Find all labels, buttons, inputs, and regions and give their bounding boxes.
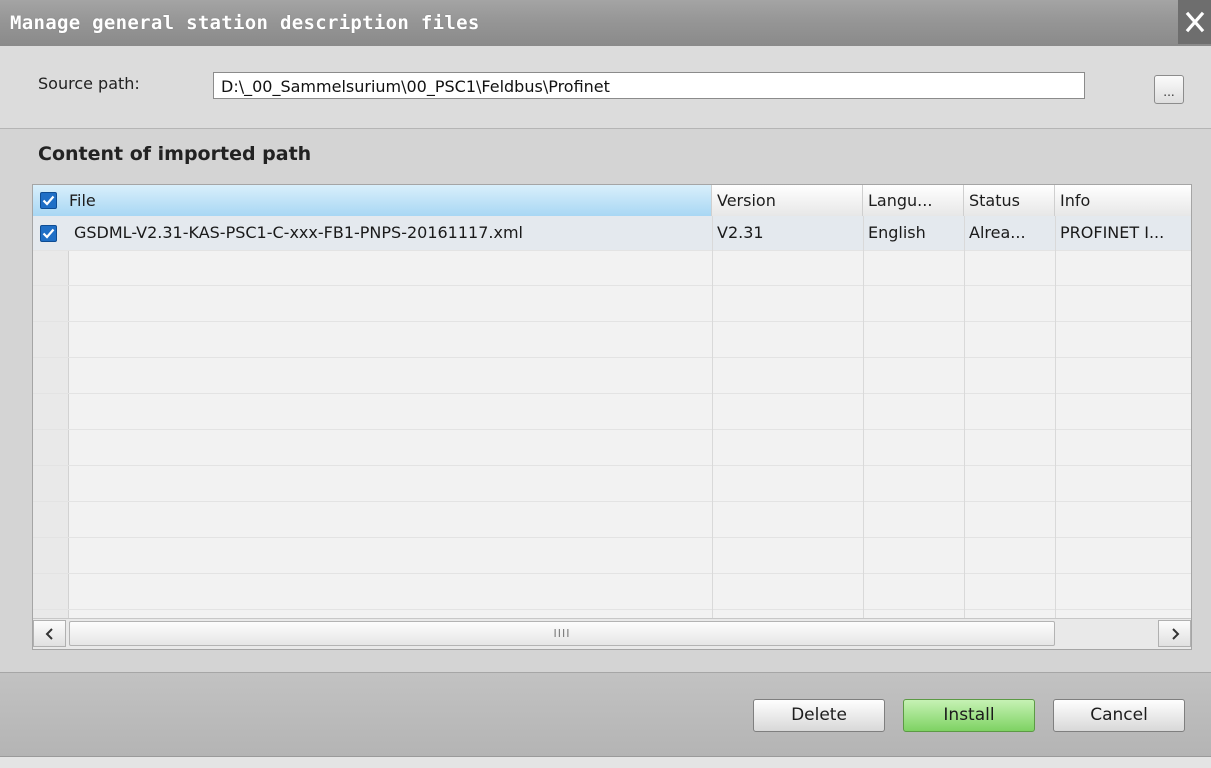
close-icon — [1185, 11, 1204, 33]
column-divider — [863, 216, 864, 622]
cell-file: GSDML-V2.31-KAS-PSC1-C-xxx-FB1-PNPS-2016… — [74, 223, 523, 242]
empty-row — [33, 359, 1191, 394]
title-bar[interactable]: Manage general station description files — [0, 0, 1211, 47]
column-header-info[interactable]: Info — [1055, 185, 1191, 216]
cancel-button[interactable]: Cancel — [1053, 699, 1185, 732]
column-header-file-label: File — [69, 191, 96, 210]
empty-row — [33, 395, 1191, 430]
source-path-input[interactable]: D:\_00_Sammelsurium\00_PSC1\Feldbus\Prof… — [213, 72, 1085, 99]
empty-row — [33, 323, 1191, 358]
cell-version: V2.31 — [717, 223, 764, 242]
column-divider — [1055, 216, 1056, 622]
install-button[interactable]: Install — [903, 699, 1035, 732]
column-divider — [964, 216, 965, 622]
cell-info: PROFINET I... — [1060, 223, 1165, 242]
empty-row — [33, 431, 1191, 466]
empty-row — [33, 539, 1191, 574]
empty-row — [33, 251, 1191, 286]
empty-row — [33, 287, 1191, 322]
close-button[interactable] — [1178, 0, 1211, 44]
table-header: File Version Langu... Status Info — [33, 185, 1191, 217]
window-bottom-edge — [0, 756, 1211, 768]
table-row[interactable]: GSDML-V2.31-KAS-PSC1-C-xxx-FB1-PNPS-2016… — [33, 216, 1191, 251]
column-header-file[interactable]: File — [33, 185, 712, 216]
scroll-right-button[interactable] — [1158, 620, 1191, 647]
empty-row — [33, 575, 1191, 610]
browse-button[interactable]: ... — [1154, 75, 1184, 104]
window-title: Manage general station description files — [10, 12, 480, 34]
scroll-left-button[interactable] — [33, 620, 66, 647]
checkmark-icon — [42, 195, 55, 206]
delete-button[interactable]: Delete — [753, 699, 885, 732]
checkmark-icon — [42, 228, 55, 239]
select-all-checkbox[interactable] — [40, 192, 57, 209]
chevron-right-icon — [1171, 627, 1179, 640]
chevron-left-icon — [45, 627, 53, 640]
source-path-row: Source path: D:\_00_Sammelsurium\00_PSC1… — [0, 46, 1211, 129]
source-path-label: Source path: — [38, 74, 140, 93]
column-header-status[interactable]: Status — [964, 185, 1055, 216]
cell-status: Alrea... — [969, 223, 1026, 242]
content-area: Content of imported path File Version La… — [0, 129, 1211, 671]
files-table: File Version Langu... Status Info GSDML-… — [32, 184, 1192, 650]
empty-row — [33, 503, 1191, 538]
column-header-language[interactable]: Langu... — [863, 185, 964, 216]
column-divider — [712, 216, 713, 622]
manage-gsd-dialog: Manage general station description files… — [0, 0, 1211, 768]
row-checkbox[interactable] — [40, 225, 57, 242]
column-header-version[interactable]: Version — [712, 185, 863, 216]
cell-language: English — [868, 223, 926, 242]
empty-row — [33, 467, 1191, 502]
section-heading: Content of imported path — [38, 143, 312, 165]
scrollbar-thumb[interactable]: IIII — [69, 621, 1055, 646]
horizontal-scrollbar[interactable]: IIII — [33, 618, 1191, 649]
dialog-footer: Delete Install Cancel — [0, 672, 1211, 757]
